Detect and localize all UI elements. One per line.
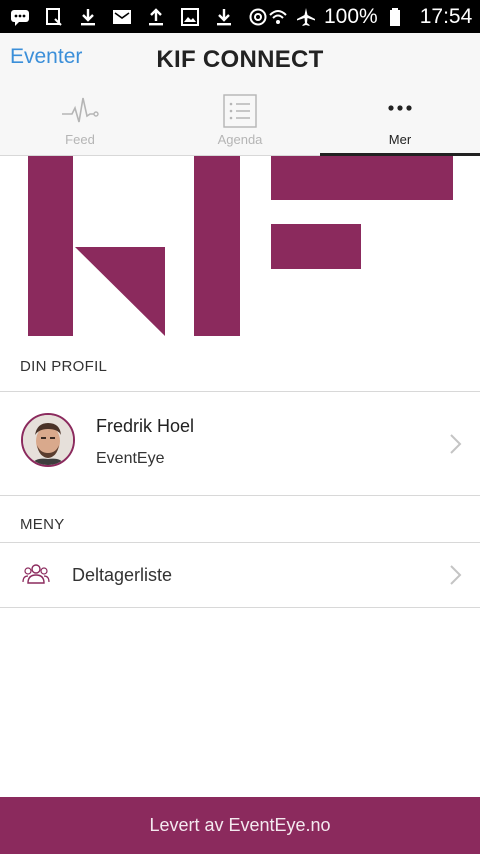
image-icon <box>180 7 200 27</box>
battery-icon <box>386 7 406 27</box>
profile-row[interactable]: Fredrik Hoel EventEye <box>0 392 480 495</box>
wifi-icon <box>268 7 288 27</box>
system-indicators: 100% 17:54 <box>268 5 472 29</box>
tab-feed-label: Feed <box>65 132 95 147</box>
notification-icons <box>10 7 268 27</box>
download-icon <box>78 7 98 27</box>
chevron-right-icon <box>448 433 462 455</box>
kif-logo-graphic <box>28 156 453 336</box>
clock: 17:54 <box>419 4 473 28</box>
download-icon <box>214 7 234 27</box>
avatar <box>21 413 75 467</box>
divider <box>0 607 480 608</box>
participants-icon <box>22 563 50 585</box>
powered-by-footer[interactable]: Levert av EventEye.no <box>0 797 480 854</box>
profile-name: Fredrik Hoel <box>96 416 195 436</box>
upload-icon <box>146 7 166 27</box>
menu-item-label: Deltagerliste <box>72 565 173 585</box>
list-icon <box>220 94 260 128</box>
tab-agenda[interactable]: Agenda <box>160 88 320 155</box>
chat-icon <box>10 7 30 27</box>
tab-bar: Feed Agenda Mer <box>0 88 480 156</box>
kif-logo <box>0 156 480 338</box>
status-bar: 100% 17:54 <box>0 0 480 33</box>
menu-item-participants[interactable]: Deltagerliste <box>0 543 480 607</box>
tab-more-label: Mer <box>388 132 412 147</box>
divider <box>0 495 480 496</box>
footer-label: Levert av EventEye.no <box>149 815 331 835</box>
chevron-right-icon <box>448 564 462 586</box>
back-to-events-link[interactable]: Eventer <box>10 45 82 69</box>
mail-icon <box>112 7 132 27</box>
more-dots-icon <box>380 94 420 128</box>
battery-percent: 100% <box>324 4 378 28</box>
clipboard-icon <box>44 7 64 27</box>
airplane-icon <box>296 7 316 27</box>
tab-agenda-label: Agenda <box>217 132 263 147</box>
profile-section-header: DIN PROFIL <box>20 357 108 375</box>
sync-icon <box>248 7 268 27</box>
pulse-icon <box>60 94 100 128</box>
tab-more[interactable]: Mer <box>320 88 480 156</box>
app-header: Eventer KIF CONNECT <box>0 33 480 88</box>
profile-organization: EventEye <box>96 450 165 467</box>
tab-feed[interactable]: Feed <box>0 88 160 155</box>
